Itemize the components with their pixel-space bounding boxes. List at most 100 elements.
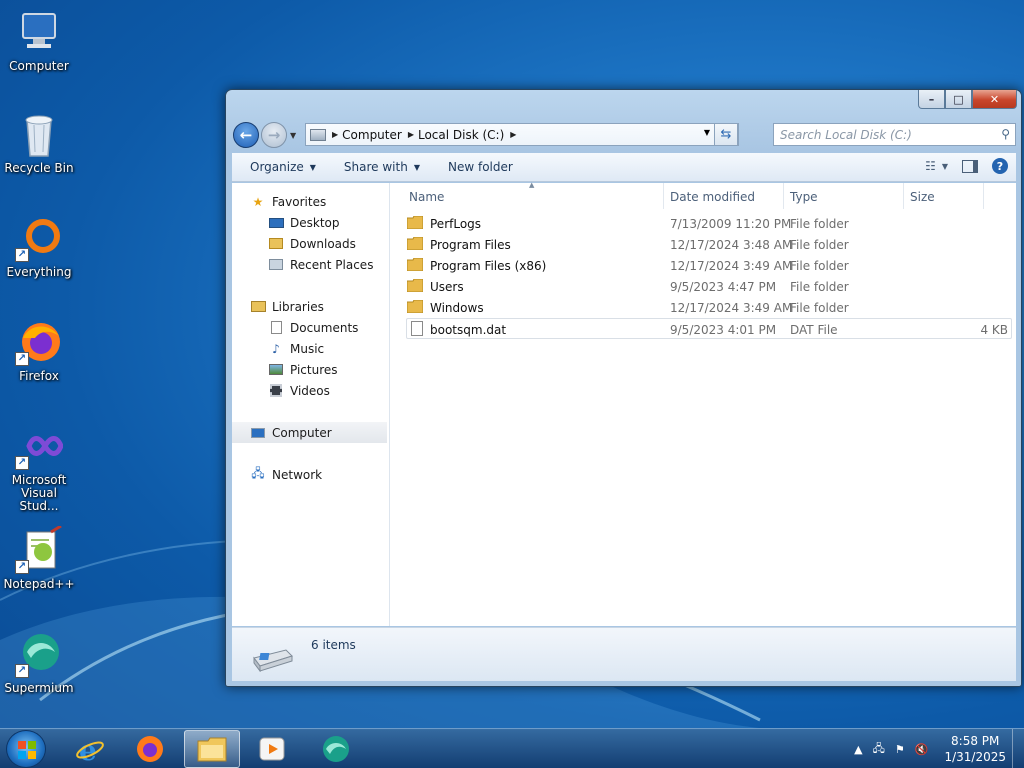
view-options-button[interactable]: ☷ ▼ xyxy=(925,159,948,173)
nav-desktop[interactable]: Desktop xyxy=(232,212,389,233)
computer-small-icon xyxy=(250,426,266,440)
desktop-icon-computer[interactable]: Computer xyxy=(0,8,78,73)
file-name: Windows xyxy=(430,301,484,315)
refresh-button[interactable]: ⇆ xyxy=(714,123,738,146)
navigation-pane: ★ Favorites Desktop Downloads Recent Plac… xyxy=(232,183,390,626)
desktop-icon-supermium[interactable]: ↗ Supermium xyxy=(0,630,78,695)
column-size[interactable]: Size xyxy=(910,190,935,204)
help-icon[interactable]: ? xyxy=(992,158,1008,174)
clock[interactable]: 8:58 PM 1/31/2025 xyxy=(944,733,1006,765)
desktop-icon-firefox[interactable]: ↗ Firefox xyxy=(0,318,78,383)
file-row[interactable]: bootsqm.dat 9/5/2023 4:01 PM DAT File 4 … xyxy=(406,318,1012,339)
file-name: PerfLogs xyxy=(430,217,482,231)
breadcrumb-local-disk[interactable]: Local Disk (C:) xyxy=(418,128,504,142)
column-divider[interactable] xyxy=(663,183,664,209)
new-folder-button[interactable]: New folder xyxy=(448,160,513,174)
nav-label: Videos xyxy=(290,383,330,398)
breadcrumb-separator-icon[interactable]: ▶ xyxy=(510,130,516,139)
back-button[interactable]: ← xyxy=(233,122,259,148)
nav-favorites[interactable]: ★ Favorites xyxy=(232,191,389,212)
close-button[interactable]: ✕ xyxy=(972,90,1017,109)
recent-places-icon xyxy=(268,258,284,272)
nav-libraries[interactable]: Libraries xyxy=(232,296,389,317)
taskbar-firefox[interactable] xyxy=(122,730,178,768)
column-type[interactable]: Type xyxy=(790,190,818,204)
nav-documents[interactable]: Documents xyxy=(232,317,389,338)
nav-downloads[interactable]: Downloads xyxy=(232,233,389,254)
address-bar[interactable]: ▶ Computer ▶ Local Disk (C:) ▶ ▼ ⇆ xyxy=(305,123,739,146)
organize-label: Organize xyxy=(250,160,304,174)
search-input[interactable]: Search Local Disk (C:) ⚲ xyxy=(773,123,1016,146)
folder-icon xyxy=(407,300,423,313)
file-row[interactable]: PerfLogs 7/13/2009 11:20 PM File folder xyxy=(391,213,1016,234)
column-divider[interactable] xyxy=(783,183,784,209)
forward-button[interactable]: → xyxy=(261,122,287,148)
notepadpp-icon: ↗ xyxy=(15,524,63,574)
nav-recent-places[interactable]: Recent Places xyxy=(232,254,389,275)
maximize-button[interactable]: □ xyxy=(945,90,972,109)
chevron-down-icon: ▼ xyxy=(413,162,420,172)
breadcrumb-separator-icon[interactable]: ▶ xyxy=(332,130,338,139)
file-row[interactable]: Program Files 12/17/2024 3:48 AM File fo… xyxy=(391,234,1016,255)
organize-button[interactable]: Organize ▼ xyxy=(250,160,316,174)
desktop-icon-visual-studio[interactable]: ↗ Microsoft Visual Stud... xyxy=(0,422,78,513)
volume-muted-icon[interactable]: 🔇 xyxy=(915,743,929,756)
desktop-icon-label: Microsoft Visual Stud... xyxy=(11,473,67,513)
desktop-icon-notepadpp[interactable]: ↗ Notepad++ xyxy=(0,524,78,591)
computer-icon xyxy=(15,8,63,56)
file-type: File folder xyxy=(790,217,849,231)
address-dropdown-icon[interactable]: ▼ xyxy=(704,128,710,137)
file-date: 7/13/2009 11:20 PM xyxy=(670,217,792,231)
recent-pages-dropdown[interactable]: ▼ xyxy=(290,131,296,140)
file-list: ▲ Name Date modified Type Size PerfLogs … xyxy=(391,181,1016,626)
network-status-icon[interactable]: 🖧 xyxy=(873,740,885,759)
nav-pictures[interactable]: Pictures xyxy=(232,359,389,380)
supermium-icon: ↗ xyxy=(15,630,63,678)
folder-icon xyxy=(407,216,423,229)
nav-videos[interactable]: Videos xyxy=(232,380,389,401)
column-divider[interactable] xyxy=(903,183,904,209)
taskbar-supermium[interactable] xyxy=(308,730,364,768)
column-name[interactable]: Name xyxy=(409,190,444,204)
desktop-icon-everything[interactable]: ↗ Everything xyxy=(0,214,78,279)
minimize-button[interactable]: – xyxy=(918,90,945,109)
nav-label: Downloads xyxy=(290,236,356,251)
show-hidden-icons-button[interactable]: ▲ xyxy=(854,743,862,756)
file-type: File folder xyxy=(790,280,849,294)
breadcrumb-computer[interactable]: Computer xyxy=(342,128,402,142)
taskbar-media-player[interactable] xyxy=(244,730,300,768)
file-row[interactable]: Users 9/5/2023 4:47 PM File folder xyxy=(391,276,1016,297)
shortcut-arrow-icon: ↗ xyxy=(15,560,29,574)
file-row[interactable]: Windows 12/17/2024 3:49 AM File folder xyxy=(391,297,1016,318)
nav-network[interactable]: 🖧 Network xyxy=(232,464,389,485)
recycle-bin-icon xyxy=(15,110,63,158)
taskbar-file-explorer[interactable] xyxy=(184,730,240,768)
search-icon[interactable]: ⚲ xyxy=(1001,127,1010,141)
pictures-icon xyxy=(268,363,284,377)
breadcrumb-separator-icon[interactable]: ▶ xyxy=(408,130,414,139)
file-row[interactable]: Program Files (x86) 12/17/2024 3:49 AM F… xyxy=(391,255,1016,276)
desktop-folder-icon xyxy=(268,216,284,230)
libraries-icon xyxy=(250,300,266,314)
nav-music[interactable]: ♪ Music xyxy=(232,338,389,359)
file-explorer-icon xyxy=(197,737,227,762)
show-desktop-button[interactable] xyxy=(1012,729,1024,768)
sort-caret-icon: ▲ xyxy=(529,181,535,189)
preview-pane-button[interactable] xyxy=(962,159,978,173)
action-center-flag-icon[interactable]: ⚑ xyxy=(895,743,905,756)
explorer-window[interactable]: – □ ✕ ← → ▼ ▶ Computer ▶ Local Disk (C:)… xyxy=(225,89,1022,687)
column-divider[interactable] xyxy=(983,183,984,209)
share-with-button[interactable]: Share with ▼ xyxy=(344,160,420,174)
desktop-icon-recycle-bin[interactable]: Recycle Bin xyxy=(0,110,78,175)
file-date: 9/5/2023 4:01 PM xyxy=(670,323,777,337)
start-button[interactable] xyxy=(6,730,46,768)
taskbar-internet-explorer[interactable]: e xyxy=(62,730,118,768)
column-date-modified[interactable]: Date modified xyxy=(670,190,755,204)
shortcut-arrow-icon: ↗ xyxy=(15,456,29,470)
details-pane: 6 items xyxy=(232,627,1016,681)
desktop-icon-label: Notepad++ xyxy=(3,577,75,591)
content-area: ★ Favorites Desktop Downloads Recent Plac… xyxy=(232,181,1016,626)
nav-computer[interactable]: Computer xyxy=(232,422,387,443)
nav-label: Pictures xyxy=(290,362,338,377)
file-date: 12/17/2024 3:49 AM xyxy=(670,301,793,315)
